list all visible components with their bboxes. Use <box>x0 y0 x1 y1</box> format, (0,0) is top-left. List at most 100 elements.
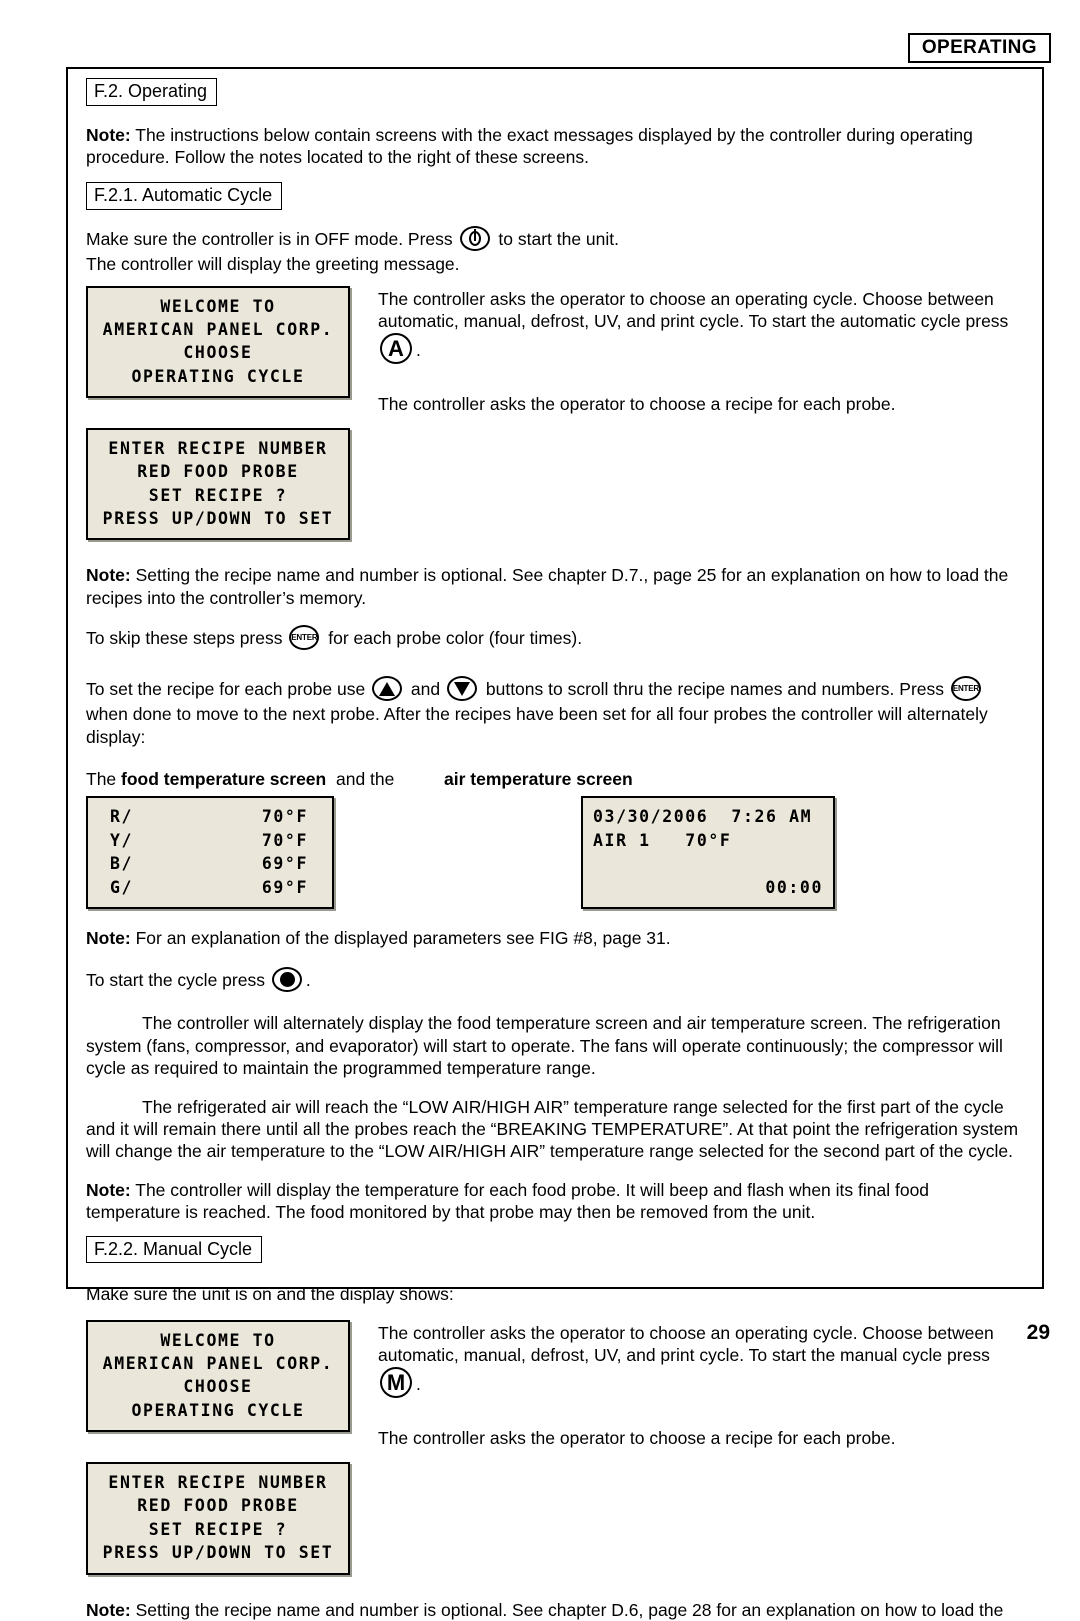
set-recipe-paragraph: To set the recipe for each probe use and… <box>86 676 1026 748</box>
up-arrow-icon[interactable] <box>371 676 405 703</box>
food-screen-heading: The food temperature screen <box>86 768 336 790</box>
letter-a-key-icon[interactable]: A <box>378 332 416 365</box>
air-date: 03/30/2006 <box>593 807 709 827</box>
welcome-line-1: WELCOME TO <box>160 296 276 316</box>
enter-key-icon[interactable]: ENTER <box>288 625 322 652</box>
down-arrow-icon[interactable] <box>446 676 480 703</box>
food-row-red-probe: R/ <box>110 807 134 827</box>
running-head: OPERATING <box>907 33 1051 63</box>
food-row-green-probe: G/ <box>110 877 134 897</box>
note-intro-paragraph: Note: The instructions below contain scr… <box>86 124 1026 169</box>
running-head-label: OPERATING <box>921 37 1037 58</box>
welcome-line-2: AMERICAN PANEL CORP. <box>102 319 334 339</box>
welcome-screen-manual: WELCOME TO AMERICAN PANEL CORP. CHOOSE O… <box>86 1319 350 1433</box>
note-recipe-optional-label: Note: <box>86 565 131 586</box>
welcome-screen-row: WELCOME TO AMERICAN PANEL CORP. CHOOSE O… <box>86 285 1026 416</box>
skip-steps-text-a: To skip these steps press <box>86 628 288 649</box>
letter-m-key-icon[interactable]: M <box>378 1366 416 1399</box>
manual-welcome-screen-row: WELCOME TO AMERICAN PANEL CORP. CHOOSE O… <box>86 1319 1026 1450</box>
air-label: AIR 1 <box>593 830 651 850</box>
and-the-label: and the <box>336 768 395 789</box>
skip-steps-paragraph: To skip these steps press ENTER for each… <box>86 625 1026 652</box>
up-arrow-triangle <box>379 682 396 697</box>
welcome-line-4: OPERATING CYCLE <box>131 366 305 386</box>
enter-recipe-screen: ENTER RECIPE NUMBER RED FOOD PROBE SET R… <box>86 427 350 541</box>
set-recipe-text-d: when done to move to the next probe. Aft… <box>86 704 988 747</box>
alternate-display-paragraph: The controller will alternately display … <box>86 1013 1003 1079</box>
note-probe-label: Note: <box>86 1179 131 1200</box>
manual-recipe-line-2: RED FOOD PROBE <box>137 1496 299 1516</box>
note-parameters-text: For an explanation of the displayed para… <box>130 928 671 949</box>
power-icon[interactable] <box>459 226 493 253</box>
start-cycle-text-a: To start the cycle press <box>86 970 270 991</box>
page-number: 29 <box>1026 1321 1050 1344</box>
manual-recipe-line-4: PRESS UP/DOWN TO SET <box>102 1543 334 1563</box>
manual-welcome-note-wrap: The controller asks the operator to choo… <box>350 1320 1026 1450</box>
enter-key-icon-2[interactable]: ENTER <box>950 676 984 703</box>
food-row-blue-value: 69°F <box>261 854 308 874</box>
auto-start-instruction: Make sure the controller is in OFF mode.… <box>86 226 1026 275</box>
food-row-green: G/69°F <box>98 876 322 899</box>
choose-cycle-note-auto-text: The controller asks the operator to choo… <box>378 288 1009 331</box>
auto-start-text-b: to start the unit. <box>493 229 620 250</box>
air-elapsed-row: 00:00 <box>593 876 823 899</box>
welcome-screen-wrap: WELCOME TO AMERICAN PANEL CORP. CHOOSE O… <box>86 285 350 399</box>
note-recipe-optional-paragraph: Note: Setting the recipe name and number… <box>86 564 1026 609</box>
air-screen-label: air temperature screen <box>444 768 633 789</box>
choose-cycle-note-manual-period: . <box>416 1374 421 1395</box>
choose-cycle-note-auto: The controller asks the operator to choo… <box>378 288 1026 366</box>
note-recipe-optional-text: Setting the recipe name and number is op… <box>86 565 1009 608</box>
air-blank-row <box>593 852 823 875</box>
food-row-red-value: 70°F <box>261 807 308 827</box>
note-parameters-paragraph: Note: For an explanation of the displaye… <box>86 927 1026 949</box>
recipe-line-4: PRESS UP/DOWN TO SET <box>102 508 334 528</box>
choose-cycle-note-manual: The controller asks the operator to choo… <box>378 1322 1026 1400</box>
air-reading-row: AIR 1 70°F <box>593 829 823 852</box>
note-recipe-optional-manual-label: Note: <box>86 1599 131 1620</box>
food-row-blue-probe: B/ <box>110 854 134 874</box>
air-value: 70°F <box>685 830 732 850</box>
food-row-yellow-value: 70°F <box>261 830 308 850</box>
food-row-blue: B/69°F <box>98 852 322 875</box>
skip-steps-text-b: for each probe color (four times). <box>323 628 583 649</box>
manual-welcome-line-4: OPERATING CYCLE <box>131 1400 305 1420</box>
manual-welcome-screen-wrap: WELCOME TO AMERICAN PANEL CORP. CHOOSE O… <box>86 1319 350 1433</box>
set-recipe-text-c: buttons to scroll thru the recipe names … <box>481 679 949 700</box>
note-probe-paragraph: Note: The controller will display the te… <box>86 1179 1026 1224</box>
manual-recipe-line-1: ENTER RECIPE NUMBER <box>108 1472 328 1492</box>
note-recipe-optional-manual-paragraph: Note: Setting the recipe name and number… <box>86 1599 1026 1621</box>
temperature-screen-headings: The food temperature screen and the air … <box>86 768 1026 790</box>
start-dot-icon[interactable] <box>271 967 305 994</box>
section-heading-f21: F.2.1. Automatic Cycle <box>86 182 283 211</box>
start-cycle-text-b: . <box>305 970 311 991</box>
down-arrow-triangle <box>454 682 470 697</box>
recipe-line-1: ENTER RECIPE NUMBER <box>108 438 328 458</box>
auto-start-text-a: Make sure the controller is in OFF mode.… <box>86 229 458 250</box>
section-heading-f22: F.2.2. Manual Cycle <box>86 1235 263 1264</box>
manual-welcome-line-3: CHOOSE <box>183 1377 253 1397</box>
welcome-note-wrap: The controller asks the operator to choo… <box>350 286 1026 416</box>
note-recipe-optional-manual-text: Setting the recipe name and number is op… <box>130 1599 1004 1620</box>
enter-key-label-2: ENTER <box>952 683 979 693</box>
food-row-red: R/70°F <box>98 805 322 828</box>
note-probe-text: The controller will display the temperat… <box>86 1179 930 1223</box>
food-screen-label: food temperature screen <box>121 768 327 789</box>
manual-welcome-line-2: AMERICAN PANEL CORP. <box>102 1354 334 1374</box>
choose-recipe-note-auto: The controller asks the operator to choo… <box>378 394 896 415</box>
manual-unit-on-paragraph: Make sure the unit is on and the display… <box>86 1284 454 1305</box>
power-icon-bar <box>473 229 477 242</box>
temperature-screens-row: R/70°F Y/70°F B/69°F G/69°F 03/30/2006 7… <box>86 796 1026 910</box>
air-reading-gap <box>651 831 686 850</box>
air-datetime-gap <box>708 807 731 826</box>
manual-welcome-line-1: WELCOME TO <box>160 1330 276 1350</box>
page-content: F.2. Operating Note: The instructions be… <box>86 78 1026 1621</box>
manual-recipe-line-3: SET RECIPE ? <box>148 1519 288 1539</box>
enter-key-label: ENTER <box>291 632 318 642</box>
recipe-line-3: SET RECIPE ? <box>148 485 288 505</box>
start-cycle-paragraph: To start the cycle press . <box>86 967 1026 994</box>
choose-cycle-note-auto-period: . <box>416 340 421 361</box>
set-recipe-text-b: and <box>406 679 445 700</box>
set-recipe-text-a: To set the recipe for each probe use <box>86 679 371 700</box>
air-temperature-screen: 03/30/2006 7:26 AM AIR 1 70°F 00:00 <box>581 796 835 910</box>
note-label: Note: <box>86 124 131 145</box>
